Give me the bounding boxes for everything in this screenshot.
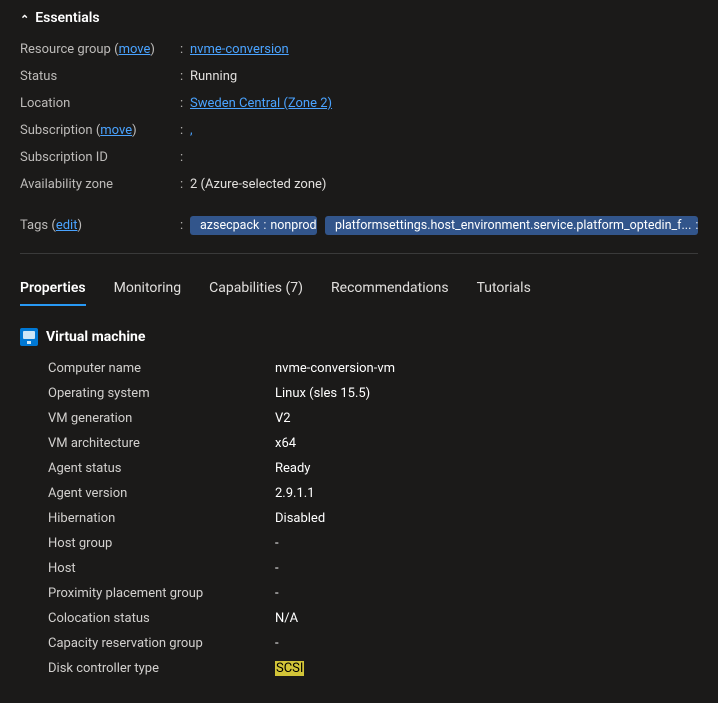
essentials-title: Essentials <box>35 10 99 26</box>
prop-row: Agent version 2.9.1.1 <box>20 481 698 506</box>
vm-section-title: Virtual machine <box>46 329 145 345</box>
row-availability-zone: Availability zone : 2 (Azure-selected zo… <box>20 171 698 198</box>
tab-properties[interactable]: Properties <box>20 276 86 306</box>
prop-row: Host - <box>20 556 698 581</box>
prop-row: Computer name nvme-conversion-vm <box>20 356 698 381</box>
prop-label-computer-name: Computer name <box>20 361 275 376</box>
prop-row: Host group - <box>20 531 698 556</box>
tag-sep: : <box>695 218 698 233</box>
tags-edit-link[interactable]: edit <box>56 218 78 233</box>
vm-icon <box>20 328 38 346</box>
prop-value-crg: - <box>275 636 698 651</box>
prop-value-host: - <box>275 561 698 576</box>
prop-value-colocation: N/A <box>275 611 698 626</box>
prop-label-ppg: Proximity placement group <box>20 586 275 601</box>
label-subscription: Subscription <box>20 123 93 138</box>
label-location: Location <box>20 96 70 111</box>
row-subscription: Subscription (move) : , <box>20 117 698 144</box>
prop-label-crg: Capacity reservation group <box>20 636 275 651</box>
tab-recommendations[interactable]: Recommendations <box>331 276 449 306</box>
row-status: Status : Running <box>20 63 698 90</box>
prop-label-generation: VM generation <box>20 411 275 426</box>
prop-label-disk-controller: Disk controller type <box>20 661 275 676</box>
section-virtual-machine: Virtual machine <box>20 328 698 346</box>
row-resource-group: Resource group (move) : nvme-conversion <box>20 36 698 63</box>
value-status: Running <box>190 69 237 84</box>
prop-value-host-group: - <box>275 536 698 551</box>
tab-capabilities[interactable]: Capabilities (7) <box>209 276 303 306</box>
prop-label-agent-status: Agent status <box>20 461 275 476</box>
label-tags: Tags <box>20 218 48 233</box>
label-subscription-id: Subscription ID <box>20 150 108 165</box>
essentials-toggle[interactable]: ⌄ Essentials <box>20 10 698 26</box>
prop-row: Capacity reservation group - <box>20 631 698 656</box>
tag-pill[interactable]: platformsettings.host_environment.servic… <box>325 216 698 235</box>
row-location: Location : Sweden Central (Zone 2) <box>20 90 698 117</box>
prop-label-hibernation: Hibernation <box>20 511 275 526</box>
prop-value-ppg: - <box>275 586 698 601</box>
row-tags: Tags (edit) : azsecpack : nonprod platfo… <box>20 208 698 239</box>
location-link[interactable]: Sweden Central (Zone 2) <box>190 96 332 111</box>
tabs: Properties Monitoring Capabilities (7) R… <box>20 276 698 306</box>
tag-sep: : <box>263 218 266 233</box>
prop-value-architecture: x64 <box>275 436 698 451</box>
tag-key: azsecpack <box>200 218 259 233</box>
prop-value-disk-controller: SCSI <box>275 661 304 676</box>
label-resource-group: Resource group <box>20 42 111 57</box>
prop-value-generation: V2 <box>275 411 698 426</box>
resource-group-move-link[interactable]: move <box>119 42 151 57</box>
prop-value-agent-status: Ready <box>275 461 698 476</box>
prop-row: VM generation V2 <box>20 406 698 431</box>
prop-value-computer-name: nvme-conversion-vm <box>275 361 698 376</box>
tag-pill[interactable]: azsecpack : nonprod <box>190 216 317 235</box>
prop-row: Operating system Linux (sles 15.5) <box>20 381 698 406</box>
tag-key: platformsettings.host_environment.servic… <box>335 218 691 233</box>
subscription-link[interactable]: , <box>190 123 193 138</box>
resource-group-link[interactable]: nvme-conversion <box>190 42 289 57</box>
value-availability-zone: 2 (Azure-selected zone) <box>190 177 326 192</box>
row-subscription-id: Subscription ID : <box>20 144 698 171</box>
tag-val: nonprod <box>270 218 316 233</box>
chevron-up-icon: ⌄ <box>20 12 29 25</box>
prop-row: Colocation status N/A <box>20 606 698 631</box>
prop-row: Agent status Ready <box>20 456 698 481</box>
prop-row: Disk controller type SCSI <box>20 656 698 681</box>
prop-label-colocation: Colocation status <box>20 611 275 626</box>
tab-tutorials[interactable]: Tutorials <box>477 276 531 306</box>
prop-label-host: Host <box>20 561 275 576</box>
prop-row: Proximity placement group - <box>20 581 698 606</box>
prop-label-architecture: VM architecture <box>20 436 275 451</box>
prop-label-os: Operating system <box>20 386 275 401</box>
tab-monitoring[interactable]: Monitoring <box>114 276 182 306</box>
prop-label-agent-version: Agent version <box>20 486 275 501</box>
label-status: Status <box>20 69 57 84</box>
prop-row: Hibernation Disabled <box>20 506 698 531</box>
subscription-move-link[interactable]: move <box>100 123 132 138</box>
prop-label-host-group: Host group <box>20 536 275 551</box>
prop-row: VM architecture x64 <box>20 431 698 456</box>
prop-value-os: Linux (sles 15.5) <box>275 386 698 401</box>
prop-value-agent-version: 2.9.1.1 <box>275 486 698 501</box>
divider <box>20 253 698 254</box>
label-availability-zone: Availability zone <box>20 177 113 192</box>
prop-value-hibernation: Disabled <box>275 511 698 526</box>
